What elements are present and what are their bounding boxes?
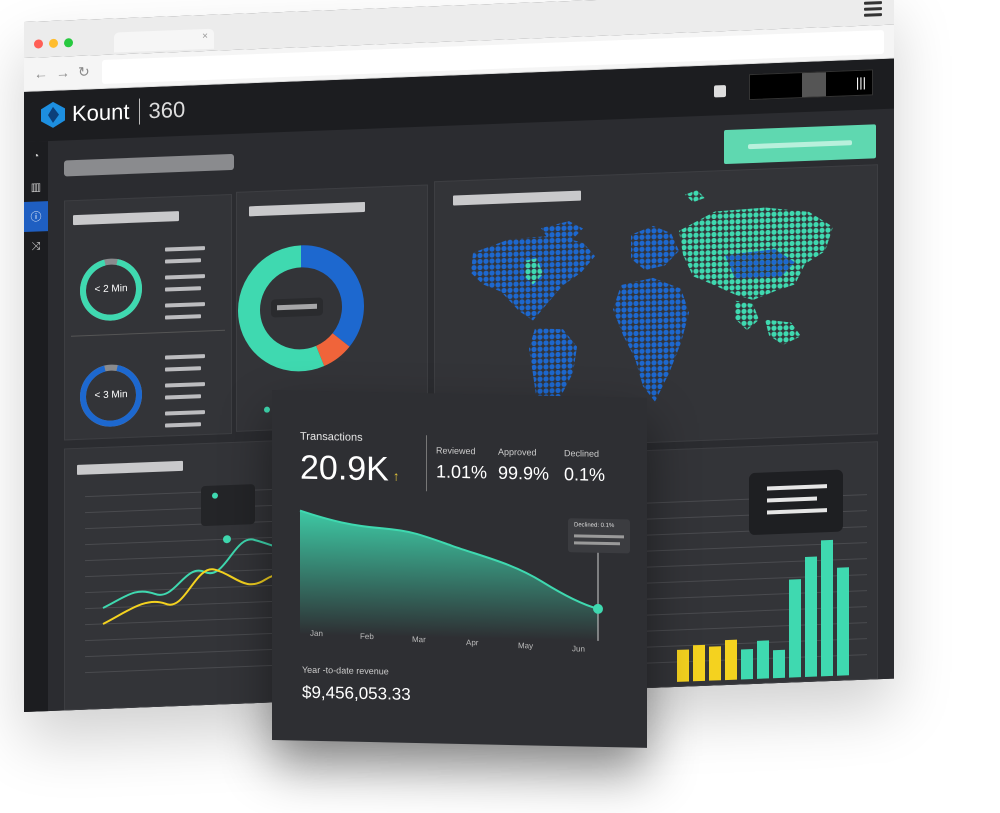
declined-tooltip-label: Declined: 0.1% <box>574 522 615 530</box>
map-europe <box>631 225 679 271</box>
header-control-segment[interactable] <box>802 72 826 98</box>
bar <box>757 640 769 679</box>
donut-segment <box>315 332 350 367</box>
primary-action-button[interactable] <box>724 124 876 165</box>
tab-close-icon[interactable]: × <box>202 31 208 42</box>
bar-chart-tooltip <box>749 469 843 535</box>
bar-chart-icon: ▥ <box>30 180 42 194</box>
month-label: Apr <box>466 638 479 648</box>
sidebar: ◔ ▥ ⓘ ⤨ <box>24 141 48 712</box>
declined-tooltip: Declined: 0.1% <box>568 518 630 554</box>
kount-logo[interactable]: Kount 360 <box>40 96 185 130</box>
gauge-1-legend <box>165 246 209 328</box>
close-window-icon[interactable] <box>34 39 43 49</box>
shuffle-icon: ⤨ <box>31 239 41 253</box>
dashboard-icon: ◔ <box>32 150 40 163</box>
header-control-group[interactable]: ||| <box>749 69 873 101</box>
month-label: May <box>518 641 534 651</box>
notification-icon[interactable] <box>714 85 726 98</box>
gauges-divider <box>71 329 225 337</box>
minimize-window-icon[interactable] <box>49 38 58 49</box>
forward-arrow-icon[interactable]: → <box>56 64 70 82</box>
revenue-value: $9,456,053.33 <box>302 682 411 704</box>
transactions-card: Transactions 20.9K ↑ Reviewed 1.01% Appro… <box>272 390 647 748</box>
back-arrow-icon[interactable]: ← <box>34 65 48 83</box>
line-chart-panel <box>64 439 305 711</box>
line-chart-tooltip <box>201 484 255 527</box>
sidebar-item-reports[interactable]: ▥ <box>24 171 48 202</box>
columns-icon[interactable]: ||| <box>856 75 866 90</box>
bar <box>677 649 689 682</box>
stage: × ← → ↻ Kount 360 ||| ◔ ▥ ⓘ ⤨ < 2 Min < … <box>0 0 1000 813</box>
map-africa <box>613 277 689 402</box>
month-label: Jun <box>572 644 585 654</box>
reload-icon[interactable]: ↻ <box>78 63 90 80</box>
line-chart-point <box>223 535 231 544</box>
month-label: Feb <box>360 631 374 642</box>
month-label: Mar <box>412 634 426 645</box>
bar <box>789 579 801 678</box>
nav-buttons: ← → ↻ <box>34 63 90 82</box>
window-controls <box>34 38 73 49</box>
gauge-1-label: < 2 Min <box>94 283 128 296</box>
donut-segment <box>300 245 364 347</box>
bar <box>725 639 737 681</box>
gauge-2-label: < 3 Min <box>94 389 128 402</box>
bar-chart-panel <box>636 441 878 689</box>
gauges-panel: < 2 Min < 3 Min <box>64 194 232 441</box>
map-arctic-islands <box>685 190 705 203</box>
sidebar-item-info[interactable]: ⓘ <box>24 201 48 232</box>
bar <box>741 648 753 680</box>
bar <box>709 646 721 681</box>
bar <box>837 567 849 676</box>
page-title-placeholder <box>64 153 234 177</box>
map-southeast-asia <box>765 319 801 345</box>
kount-logo-mark-icon <box>41 101 65 128</box>
revenue-label: Year -to-date revenue <box>302 664 389 677</box>
line-chart-svg <box>85 484 305 674</box>
bar-chart-svg <box>637 469 867 682</box>
brand-name: Kount <box>72 98 130 127</box>
brand-suffix: 360 <box>148 96 186 124</box>
month-label: Jan <box>310 628 323 639</box>
bar <box>805 556 817 677</box>
map-south-asia <box>735 300 759 331</box>
sidebar-item-dashboard[interactable]: ◔ <box>24 141 48 172</box>
browser-tab[interactable]: × <box>114 28 214 53</box>
bar <box>693 644 705 682</box>
sidebar-item-shuffle[interactable]: ⤨ <box>24 231 48 262</box>
donut-legend-dot <box>264 406 270 413</box>
gauge-2-legend <box>165 354 209 436</box>
browser-menu-icon[interactable] <box>864 1 882 20</box>
bar <box>821 539 833 677</box>
bar <box>773 649 785 679</box>
area-fill <box>300 510 598 641</box>
brand-divider <box>138 98 140 125</box>
maximize-window-icon[interactable] <box>64 38 73 48</box>
info-icon: ⓘ <box>30 211 42 224</box>
